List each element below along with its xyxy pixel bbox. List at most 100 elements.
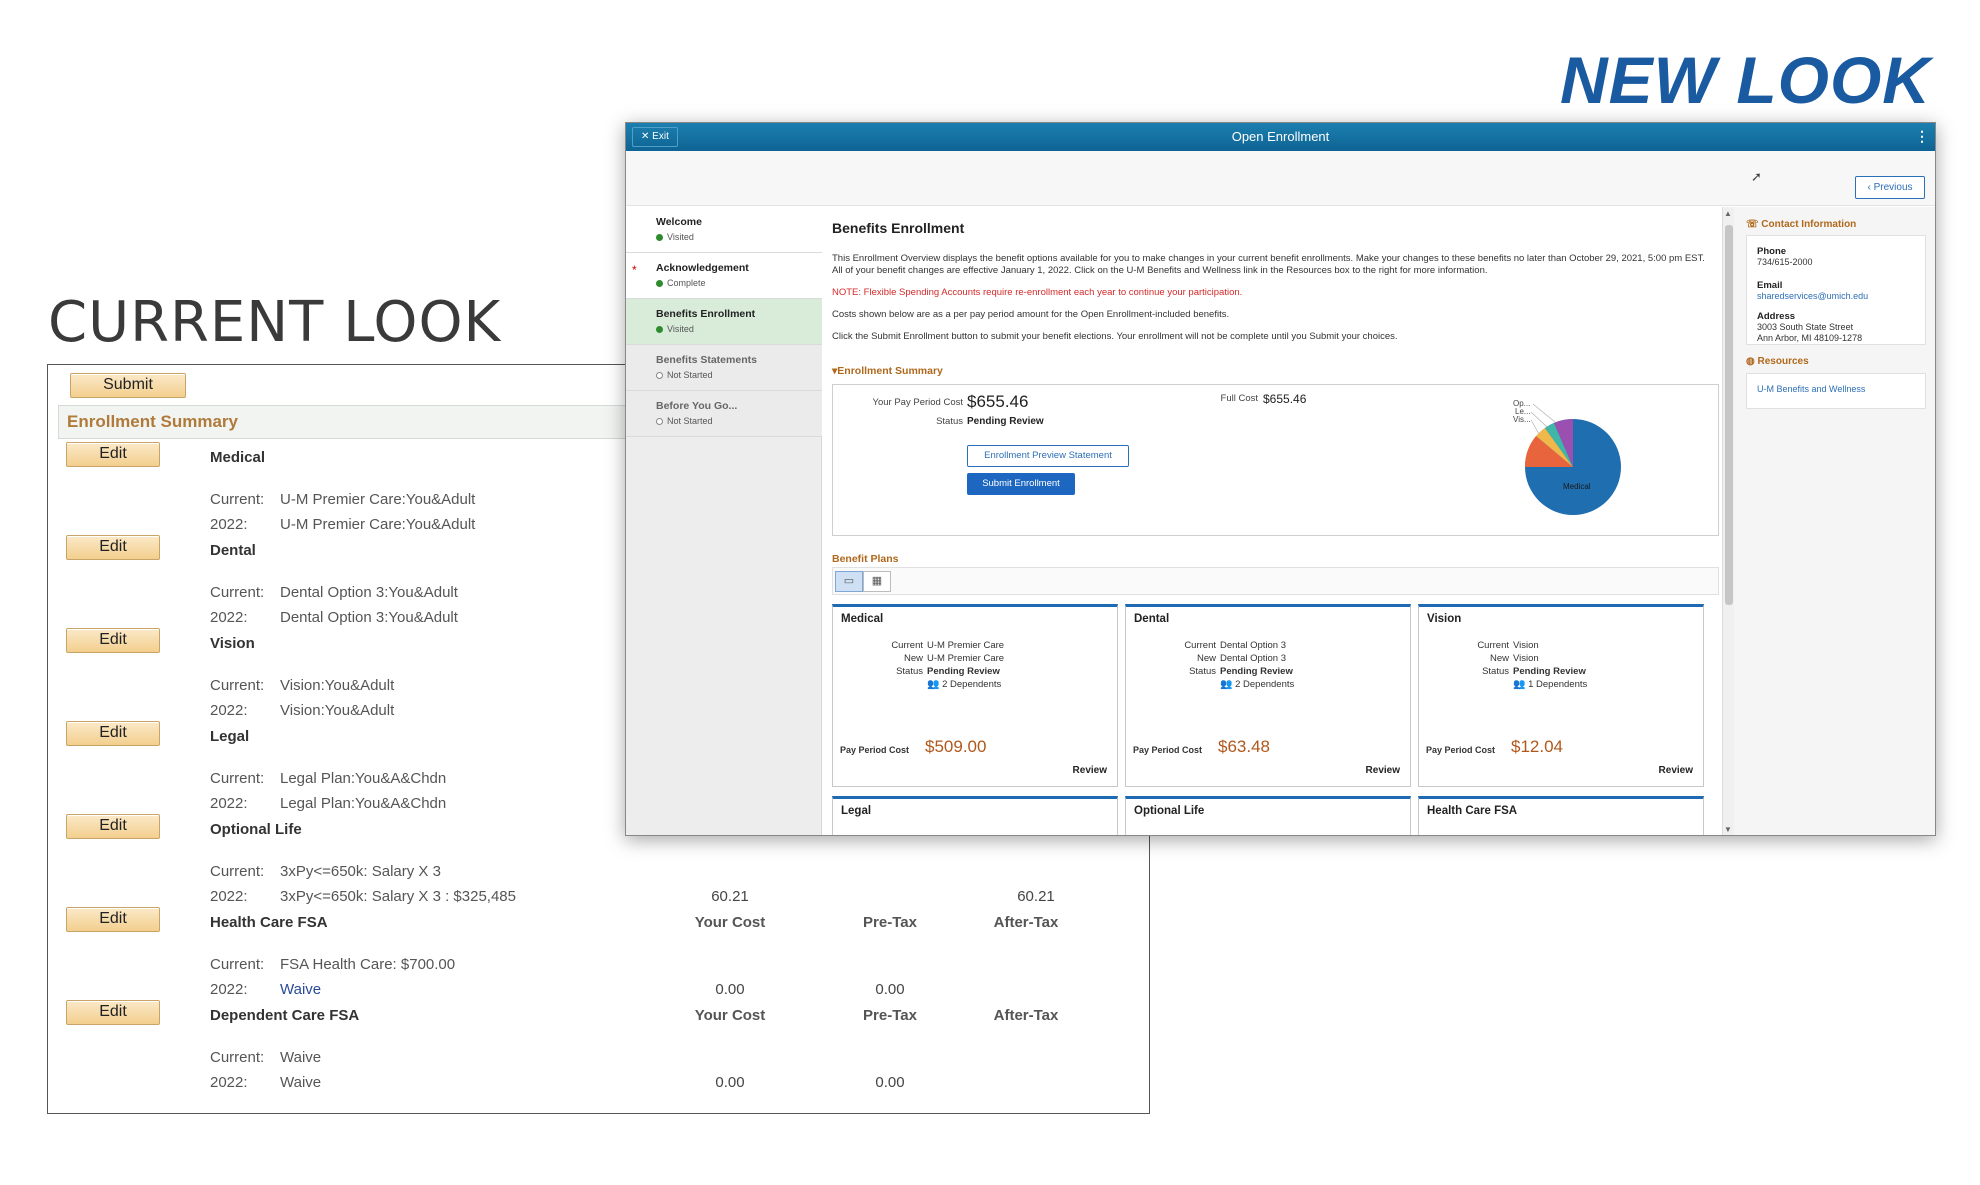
- phone-icon: ☏: [1746, 219, 1762, 230]
- your-cost-value: 60.21: [711, 888, 749, 905]
- submit-button[interactable]: Submit: [70, 373, 186, 398]
- waive-link[interactable]: Waive: [280, 981, 321, 998]
- edit-vision-button[interactable]: Edit: [66, 628, 160, 653]
- nav-item-acknowledgement[interactable]: * Acknowledgement Complete: [626, 253, 822, 299]
- fsa-note: NOTE: Flexible Spending Accounts require…: [832, 287, 1243, 298]
- new-year-label: 2022:: [210, 516, 248, 533]
- pre-tax-header: Pre-Tax: [863, 1007, 917, 1024]
- main-content: Benefits Enrollment This Enrollment Over…: [822, 207, 1722, 835]
- resources-title: Resources: [1757, 356, 1809, 367]
- email-label: Email: [1757, 280, 1783, 291]
- after-tax-header: After-Tax: [993, 914, 1059, 931]
- current-value: 3xPy<=650k: Salary X 3: [280, 863, 441, 880]
- scroll-up-icon[interactable]: ▲: [1724, 209, 1732, 218]
- current-value: Vision:You&Adult: [280, 677, 395, 694]
- edit-legal-button[interactable]: Edit: [66, 721, 160, 746]
- pay-period-cost-label: Pay Period Cost: [1133, 745, 1203, 755]
- current-label: Current:: [210, 1049, 265, 1066]
- benefits-wellness-link[interactable]: U-M Benefits and Wellness: [1757, 384, 1865, 395]
- benefit-card-optional-life[interactable]: Optional Life: [1125, 796, 1411, 835]
- enrollment-summary-label: Enrollment Summary: [837, 365, 943, 377]
- benefit-card-dental[interactable]: Dental Current Dental Option 3 New Denta…: [1125, 604, 1411, 787]
- right-side-panel: ☏ Contact Information Phone 734/615-2000…: [1734, 207, 1935, 835]
- previous-button[interactable]: ‹ Previous: [1855, 176, 1925, 199]
- full-cost-label: Full Cost: [1220, 393, 1258, 404]
- card-view-icon[interactable]: ▭: [835, 571, 863, 592]
- title-bar: ✕ Exit Open Enrollment ⋮: [626, 123, 1935, 151]
- status-dot-icon: [656, 326, 663, 333]
- submit-enrollment-button[interactable]: Submit Enrollment: [967, 473, 1075, 495]
- dependents-count: 2 Dependents: [942, 679, 1002, 690]
- edit-health-care-fsa-button[interactable]: Edit: [66, 907, 160, 932]
- nav-item-before-you-go[interactable]: Before You Go... Not Started: [626, 391, 822, 437]
- new-value: U-M Premier Care: [927, 653, 1005, 664]
- resources-header: ◍ Resources: [1746, 356, 1809, 367]
- pay-period-cost-label: Pay Period Cost: [840, 745, 910, 755]
- review-link[interactable]: Review: [1073, 765, 1107, 776]
- edit-optional-life-button[interactable]: Edit: [66, 814, 160, 839]
- benefit-card-legal[interactable]: Legal: [832, 796, 1118, 835]
- card-title: Vision: [1427, 613, 1462, 625]
- pay-period-cost-value: $63.48: [1218, 737, 1270, 756]
- email-link[interactable]: sharedservices@umich.edu: [1757, 291, 1868, 302]
- new-value: Vision: [1513, 653, 1539, 664]
- open-enrollment-window: ✕ Exit Open Enrollment ⋮ ➚ ‹ Previous We…: [625, 122, 1936, 836]
- scroll-down-icon[interactable]: ▼: [1724, 825, 1732, 834]
- current-value: Legal Plan:You&A&Chdn: [280, 770, 447, 787]
- page-title: Benefits Enrollment: [832, 220, 965, 236]
- address-line-1: 3003 South State Street: [1757, 322, 1854, 332]
- pie-label-medical: Medical: [1563, 482, 1591, 491]
- benefit-card-medical[interactable]: Medical Current U-M Premier Care New U-M…: [832, 604, 1118, 787]
- vertical-scrollbar[interactable]: ▲ ▼: [1722, 207, 1734, 835]
- new-label: New: [1196, 653, 1216, 664]
- benefit-plans-title: Benefit Plans: [832, 553, 899, 565]
- scrollbar-thumb[interactable]: [1725, 225, 1733, 605]
- section-title: Vision: [210, 635, 255, 652]
- current-label: Current:: [210, 491, 265, 508]
- current-label: Current: [1477, 640, 1509, 651]
- new-year-label: 2022:: [210, 888, 248, 905]
- nav-item-label: Before You Go...: [656, 400, 738, 412]
- status-label: Status: [1189, 666, 1216, 677]
- nav-item-status: Visited: [667, 324, 694, 334]
- edit-dependent-care-fsa-button[interactable]: Edit: [66, 1000, 160, 1025]
- benefit-card-vision[interactable]: Vision Current Vision New Vision Status …: [1418, 604, 1704, 787]
- nav-item-status: Visited: [667, 232, 694, 242]
- nav-item-welcome[interactable]: Welcome Visited: [626, 207, 822, 253]
- new-year-value: Legal Plan:You&A&Chdn: [280, 795, 447, 812]
- current-look-heading: CURRENT LOOK: [48, 290, 502, 355]
- dependents-count: 1 Dependents: [1528, 679, 1588, 690]
- edit-medical-button[interactable]: Edit: [66, 442, 160, 467]
- card-title: Medical: [841, 613, 884, 625]
- status-dot-icon: [656, 372, 663, 379]
- section-title: Optional Life: [210, 821, 302, 838]
- your-cost-header: Your Cost: [694, 1007, 766, 1024]
- nav-item-label: Benefits Enrollment: [656, 308, 756, 320]
- dependents-icon: 👥: [1513, 679, 1526, 690]
- benefit-card-health-care-fsa[interactable]: Health Care FSA: [1418, 796, 1704, 835]
- more-options-icon[interactable]: ⋮: [1915, 128, 1929, 145]
- current-value: Waive: [280, 1049, 322, 1066]
- window-title: Open Enrollment: [1231, 129, 1330, 144]
- pre-tax-header: Pre-Tax: [863, 914, 917, 931]
- edit-dental-button[interactable]: Edit: [66, 535, 160, 560]
- review-link[interactable]: Review: [1366, 765, 1400, 776]
- nav-item-status: Complete: [667, 278, 706, 288]
- current-label: Current:: [210, 863, 265, 880]
- overview-text: This Enrollment Overview displays the be…: [832, 253, 1705, 276]
- status-value: Pending Review: [1513, 666, 1586, 677]
- section-title: Medical: [210, 449, 266, 466]
- card-title: Health Care FSA: [1427, 805, 1518, 817]
- status-dot-icon: [656, 418, 663, 425]
- dependents-icon: 👥: [927, 679, 940, 690]
- submit-instructions: Click the Submit Enrollment button to su…: [832, 331, 1398, 342]
- enrollment-summary-toggle[interactable]: ▾Enrollment Summary: [832, 365, 943, 377]
- card-title: Optional Life: [1134, 805, 1205, 817]
- grid-view-icon[interactable]: ▦: [863, 571, 891, 592]
- phone-label: Phone: [1757, 246, 1787, 257]
- review-link[interactable]: Review: [1659, 765, 1693, 776]
- nav-item-benefits-enrollment[interactable]: Benefits Enrollment Visited: [626, 299, 822, 345]
- nav-item-benefits-statements[interactable]: Benefits Statements Not Started: [626, 345, 822, 391]
- enrollment-preview-statement-button[interactable]: Enrollment Preview Statement: [967, 445, 1129, 467]
- status-dot-icon: [656, 280, 663, 287]
